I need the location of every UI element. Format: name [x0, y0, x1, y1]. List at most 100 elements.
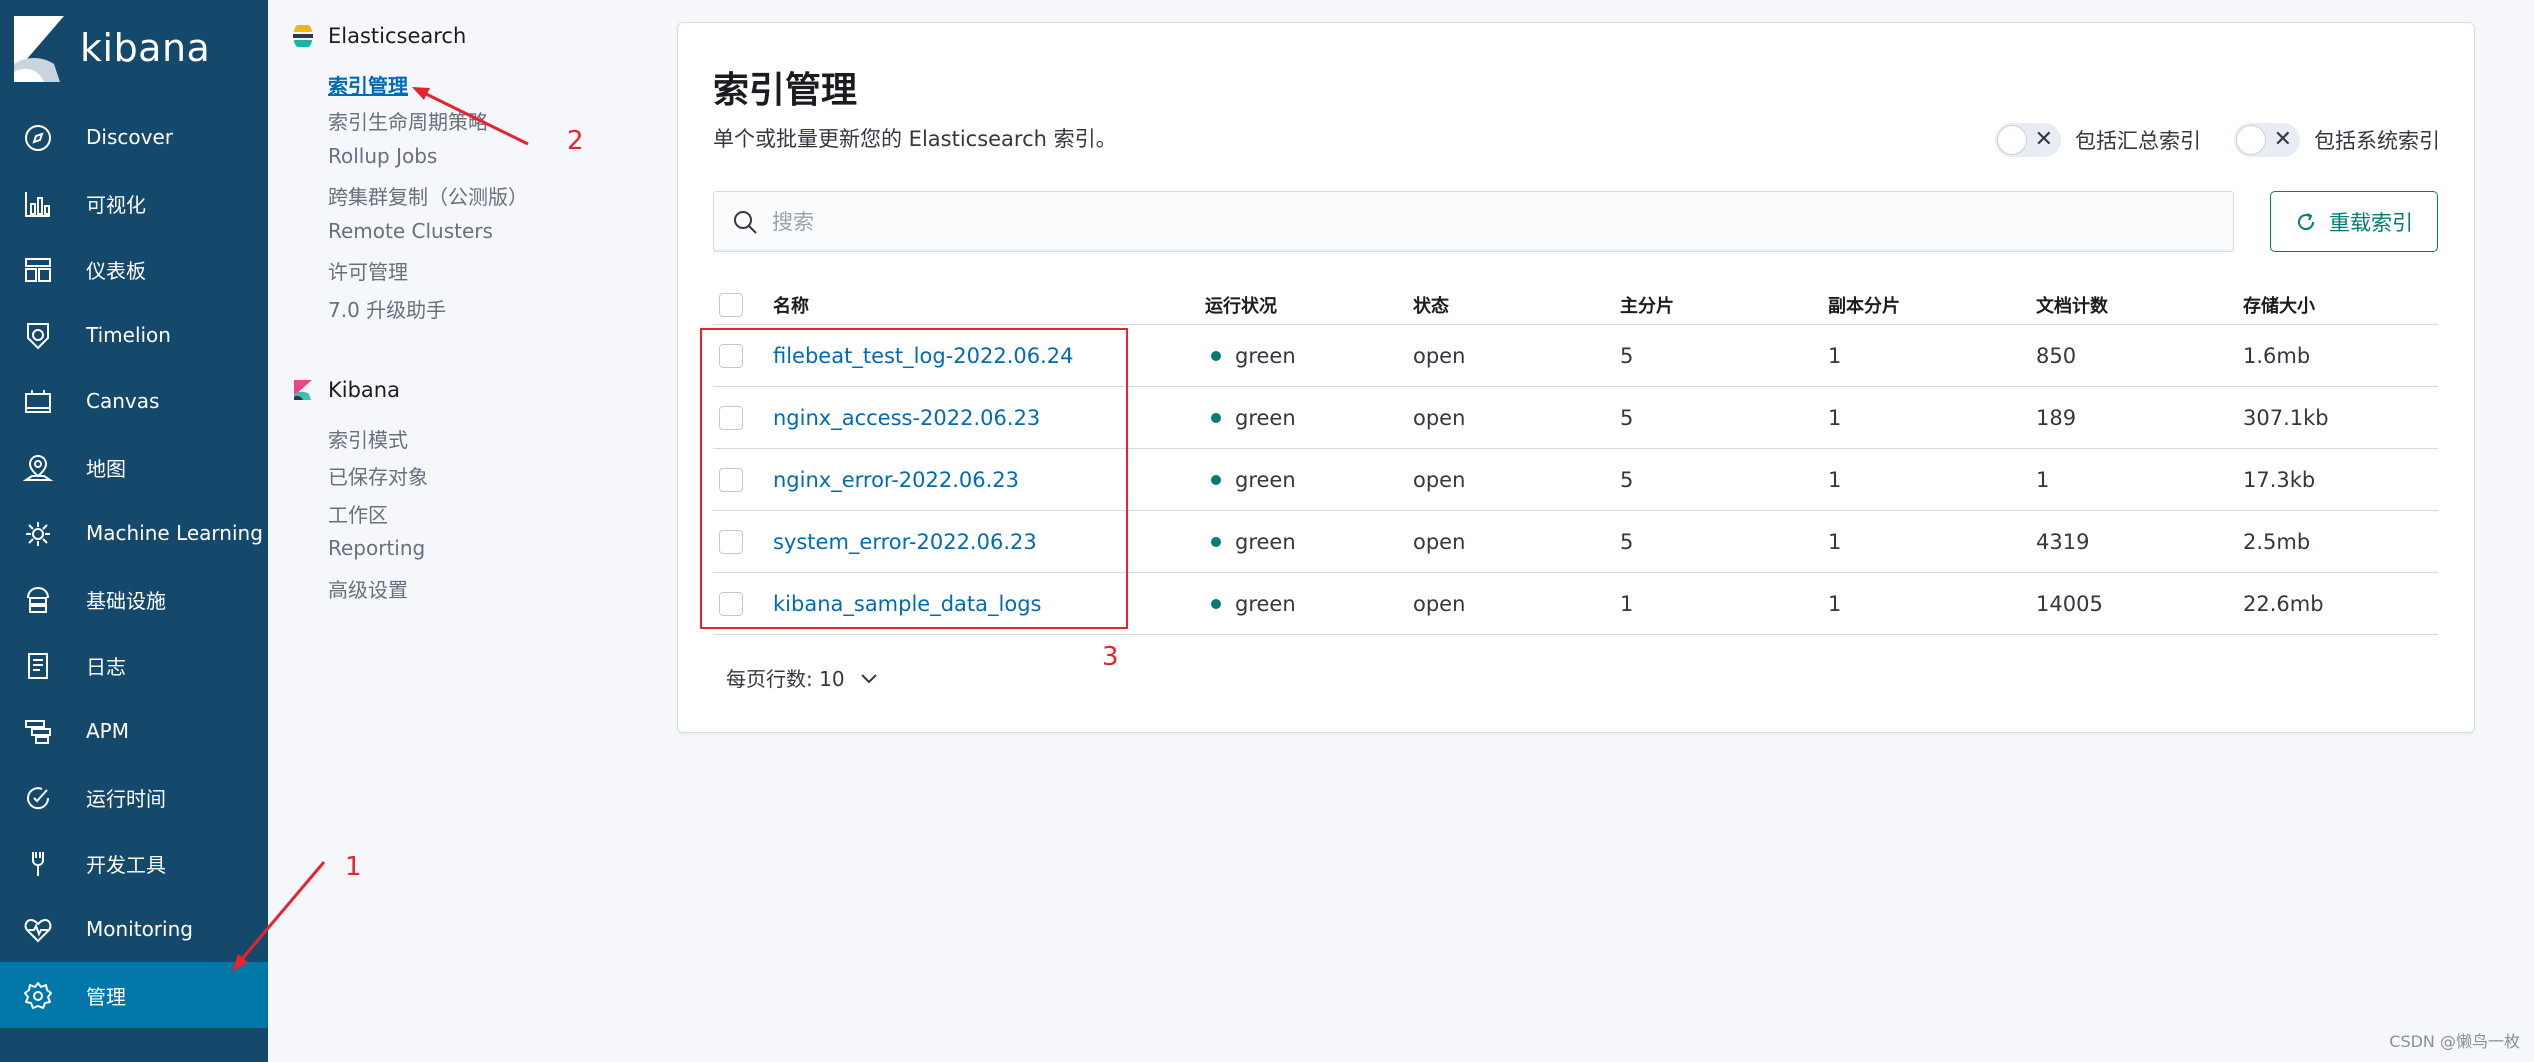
select-all-checkbox[interactable] [719, 292, 743, 317]
toggle-label: 包括汇总索引 [2075, 129, 2201, 153]
nav-item-infrastructure[interactable]: 基础设施 [0, 566, 268, 632]
kibana-brand[interactable]: kibana [0, 0, 268, 100]
nav-item-discover[interactable]: Discover [0, 104, 268, 170]
toggle-label: 包括系统索引 [2314, 129, 2440, 153]
logs-icon [22, 650, 54, 682]
subnav-reporting[interactable]: Reporting [328, 536, 425, 560]
replica-cell: 1 [1828, 529, 1842, 554]
side-navigation: kibana Discover 可视化 仪表板 Timelion Canvas [0, 0, 268, 1062]
annotation-number-1: 1 [345, 852, 362, 882]
subnav-ccr[interactable]: 跨集群复制（公测版） [328, 181, 528, 210]
status-cell: open [1413, 591, 1466, 616]
nav-label: 基础设施 [86, 588, 166, 613]
devtools-icon [22, 848, 54, 880]
ml-icon [22, 518, 54, 550]
nav-item-visualize[interactable]: 可视化 [0, 170, 268, 236]
dashboard-icon [22, 254, 54, 286]
column-header-primary[interactable]: 主分片 [1620, 285, 1674, 324]
toggle-knob [2236, 125, 2266, 155]
include-system-toggle[interactable]: ✕ 包括系统索引 [2234, 123, 2440, 157]
nav-item-dashboard[interactable]: 仪表板 [0, 236, 268, 302]
health-cell: green [1211, 511, 1296, 572]
gear-icon [22, 980, 54, 1012]
nav-item-management[interactable]: 管理 [0, 962, 268, 1028]
subnav-spaces[interactable]: 工作区 [328, 499, 388, 528]
health-dot-icon [1211, 412, 1221, 423]
size-cell: 1.6mb [2243, 343, 2311, 368]
nav-label: 开发工具 [86, 852, 166, 877]
primary-cell: 1 [1620, 591, 1634, 616]
replica-cell: 1 [1828, 591, 1842, 616]
visualize-icon [22, 188, 54, 220]
replica-cell: 1 [1828, 467, 1842, 492]
subnav-index-patterns[interactable]: 索引模式 [328, 424, 408, 453]
toggle-knob [1997, 125, 2027, 155]
subnav-upgrade-assistant[interactable]: 7.0 升级助手 [328, 294, 446, 323]
table-header-row: 名称 运行状况 状态 主分片 副本分片 文档计数 存储大小 [713, 285, 2438, 325]
section-kibana: Kibana [292, 378, 400, 402]
nav-label: Monitoring [86, 917, 193, 941]
column-header-health[interactable]: 运行状况 [1205, 285, 1277, 324]
cross-icon: ✕ [2273, 127, 2292, 152]
subnav-rollup-jobs[interactable]: Rollup Jobs [328, 144, 437, 168]
toggle-switch[interactable]: ✕ [1995, 123, 2061, 157]
nav-label: Machine Learning [86, 521, 263, 545]
health-value: green [1235, 529, 1296, 554]
nav-label: 地图 [86, 456, 126, 481]
subnav-index-management[interactable]: 索引管理 [328, 70, 408, 99]
nav-item-logs[interactable]: 日志 [0, 632, 268, 698]
health-value: green [1235, 467, 1296, 492]
nav-item-devtools[interactable]: 开发工具 [0, 830, 268, 896]
health-cell: green [1211, 387, 1296, 448]
section-elasticsearch: Elasticsearch [292, 24, 466, 48]
nav-item-canvas[interactable]: Canvas [0, 368, 268, 434]
canvas-icon [22, 386, 54, 418]
annotation-number-3: 3 [1102, 642, 1119, 672]
nav-item-machine-learning[interactable]: Machine Learning [0, 500, 268, 566]
cross-icon: ✕ [2034, 127, 2053, 152]
nav-item-uptime[interactable]: 运行时间 [0, 764, 268, 830]
status-cell: open [1413, 529, 1466, 554]
reload-indices-button[interactable]: 重载索引 [2270, 191, 2438, 252]
docs-cell: 1 [2036, 467, 2050, 492]
status-cell: open [1413, 467, 1466, 492]
size-cell: 17.3kb [2243, 467, 2316, 492]
column-header-docs[interactable]: 文档计数 [2036, 285, 2108, 324]
subnav-saved-objects[interactable]: 已保存对象 [328, 461, 428, 490]
chevron-down-icon [860, 673, 877, 683]
docs-cell: 4319 [2036, 529, 2090, 554]
subnav-remote-clusters[interactable]: Remote Clusters [328, 219, 493, 243]
search-box[interactable] [713, 191, 2234, 252]
subnav-license[interactable]: 许可管理 [328, 256, 408, 285]
page-description: 单个或批量更新您的 Elasticsearch 索引。 [713, 127, 1117, 151]
section-title: Kibana [328, 378, 400, 402]
nav-item-monitoring[interactable]: Monitoring [0, 896, 268, 962]
health-cell: green [1211, 449, 1296, 510]
nav-label: 运行时间 [86, 786, 166, 811]
health-dot-icon [1211, 350, 1221, 361]
column-header-status[interactable]: 状态 [1413, 285, 1449, 324]
column-header-size[interactable]: 存储大小 [2243, 285, 2315, 324]
nav-item-apm[interactable]: APM [0, 698, 268, 764]
subnav-advanced-settings[interactable]: 高级设置 [328, 574, 408, 603]
kibana-small-logo-icon [294, 380, 312, 400]
timelion-icon [22, 320, 54, 352]
toggle-switch[interactable]: ✕ [2234, 123, 2300, 157]
nav-item-maps[interactable]: 地图 [0, 434, 268, 500]
nav-item-timelion[interactable]: Timelion [0, 302, 268, 368]
column-header-name[interactable]: 名称 [773, 285, 809, 324]
nav-label: 管理 [86, 984, 126, 1009]
subnav-ilm-policies[interactable]: 索引生命周期策略 [328, 106, 488, 135]
column-header-replica[interactable]: 副本分片 [1828, 285, 1900, 324]
primary-cell: 5 [1620, 467, 1634, 492]
include-rollup-toggle[interactable]: ✕ 包括汇总索引 [1995, 123, 2201, 157]
management-subnav: Elasticsearch 索引管理 索引生命周期策略 Rollup Jobs … [268, 0, 668, 1062]
status-cell: open [1413, 405, 1466, 430]
rows-per-page-selector[interactable]: 每页行数: 10 [726, 663, 881, 692]
search-input[interactable] [772, 192, 2212, 251]
section-title: Elasticsearch [328, 24, 467, 48]
nav-label: APM [86, 719, 129, 743]
status-cell: open [1413, 343, 1466, 368]
health-dot-icon [1211, 598, 1221, 609]
select-all-cell [719, 285, 743, 324]
